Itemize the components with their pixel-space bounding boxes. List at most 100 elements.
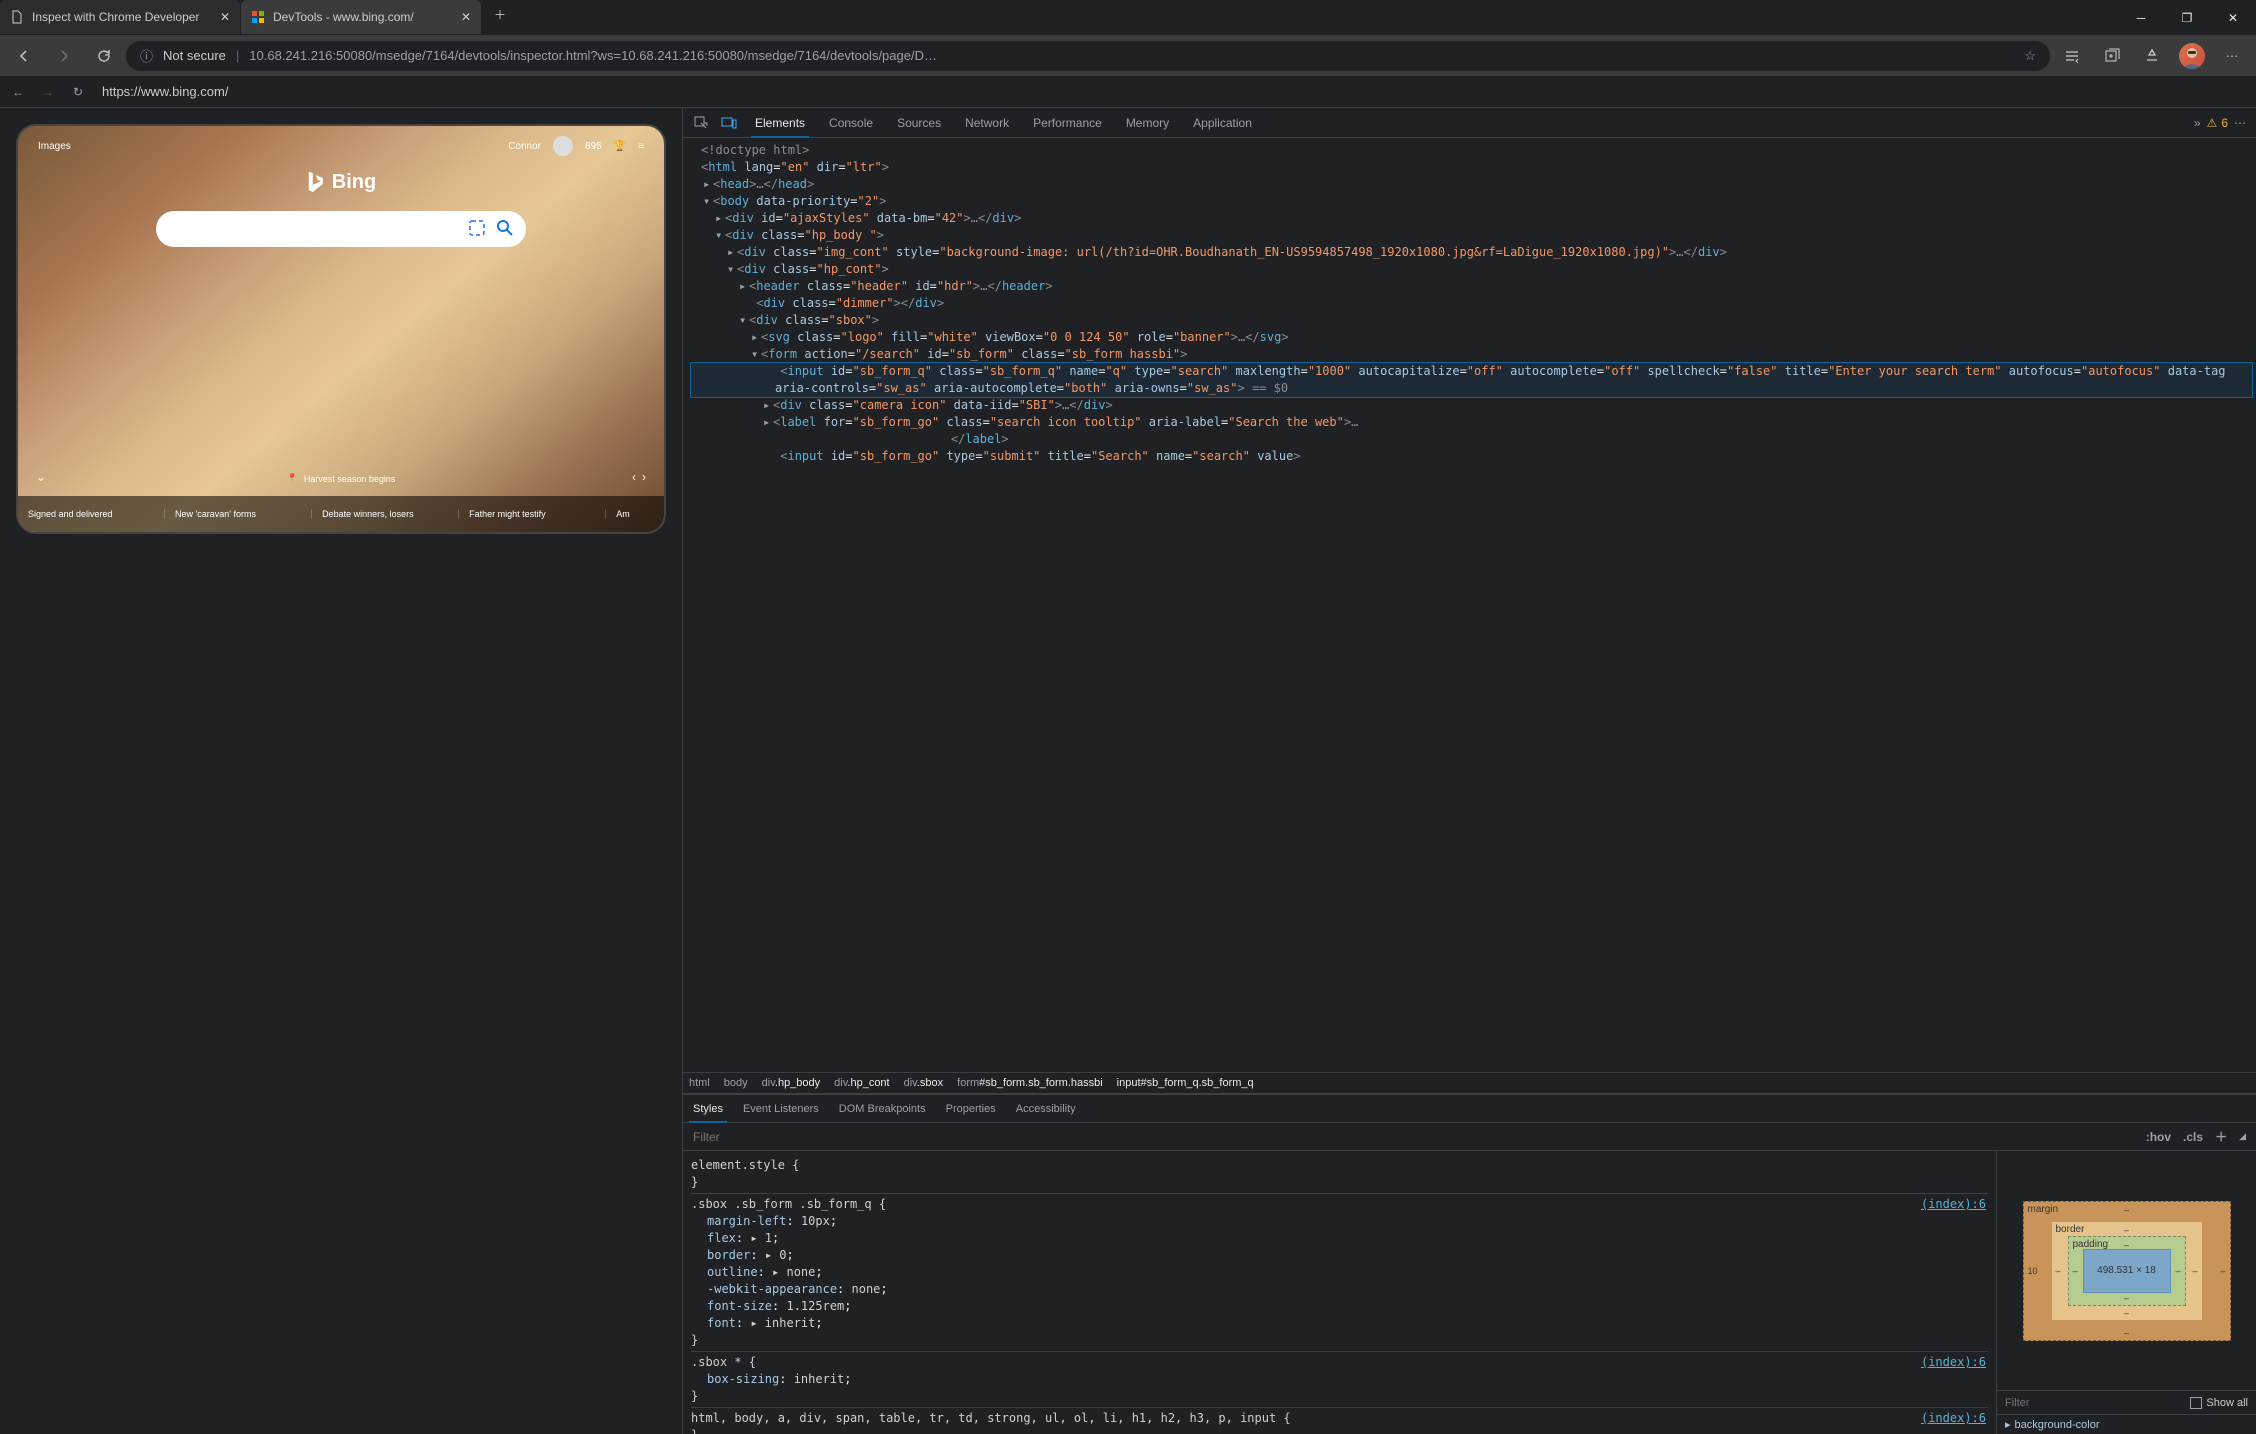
bing-username[interactable]: Connor	[508, 141, 541, 152]
breadcrumb-item[interactable]: html	[689, 1077, 710, 1089]
dom-node[interactable]: ▾<div class="sbox">	[691, 312, 2252, 329]
more-tabs-icon[interactable]: »	[2194, 116, 2201, 130]
breadcrumb-item[interactable]: form#sb_form.sb_form.hassbi	[957, 1077, 1103, 1089]
dom-breadcrumb[interactable]: html body div.hp_body div.hp_cont div.sbox fo…	[683, 1072, 2256, 1094]
breadcrumb-item[interactable]: div.sbox	[904, 1077, 944, 1089]
extension-icon[interactable]	[2134, 40, 2170, 72]
tab-sources[interactable]: Sources	[885, 108, 953, 138]
close-window-button[interactable]: ✕	[2210, 1, 2256, 35]
dom-node[interactable]: <div class="dimmer"></div>	[691, 295, 2252, 312]
chevron-down-icon[interactable]: ⌄	[36, 470, 46, 484]
show-all-checkbox[interactable]: Show all	[2190, 1397, 2248, 1409]
close-tab-icon[interactable]: ✕	[461, 10, 471, 24]
dom-node[interactable]: ▸<head>…</head>	[691, 176, 2252, 193]
chevron-left-icon[interactable]: ‹	[632, 470, 636, 484]
dom-node[interactable]: ▸<div class="camera icon" data-iid="SBI"…	[691, 397, 2252, 414]
breadcrumb-item[interactable]: div.hp_cont	[834, 1077, 889, 1089]
source-link[interactable]: (index):6	[1921, 1354, 1986, 1371]
close-tab-icon[interactable]: ✕	[220, 10, 230, 24]
source-link[interactable]: (index):6	[1921, 1196, 1986, 1213]
dom-node[interactable]: <html lang="en" dir="ltr">	[691, 159, 2252, 176]
collections-icon[interactable]	[2094, 40, 2130, 72]
nav-forward-icon[interactable]: →	[36, 81, 60, 103]
favorite-icon[interactable]: ☆	[2024, 48, 2036, 64]
favorites-bar-icon[interactable]	[2054, 40, 2090, 72]
hamburger-icon[interactable]: ≡	[638, 141, 644, 152]
breadcrumb-item[interactable]: body	[724, 1077, 748, 1089]
tab-styles[interactable]: Styles	[683, 1095, 733, 1122]
bing-nav-images[interactable]: Images	[38, 141, 71, 152]
dom-node[interactable]: ▸<div id="ajaxStyles" data-bm="42">…</di…	[691, 210, 2252, 227]
tab-performance[interactable]: Performance	[1021, 108, 1114, 138]
new-tab-button[interactable]: ＋	[486, 0, 514, 28]
bing-search-box[interactable]	[156, 211, 526, 247]
dom-node[interactable]: <input id="sb_form_q" class="sb_form_q" …	[691, 363, 2252, 397]
dom-node[interactable]: ▸<div class="img_cont" style="background…	[691, 244, 2252, 261]
nav-back-icon[interactable]: ←	[6, 81, 30, 103]
inspected-page-url[interactable]: https://www.bing.com/	[96, 84, 2250, 99]
css-rule[interactable]: (index):6.sbox * {box-sizing: inherit;}	[691, 1352, 1988, 1408]
elements-tree[interactable]: <!doctype html><html lang="en" dir="ltr"…	[683, 138, 2256, 1072]
box-model[interactable]: margin – – 10 – border – – – –	[1997, 1151, 2256, 1390]
source-link[interactable]: (index):6	[1921, 1410, 1986, 1427]
css-rule[interactable]: (index):6html, body, a, div, span, table…	[691, 1408, 1988, 1434]
css-rule[interactable]: (index):6.sbox .sb_form .sb_form_q {marg…	[691, 1194, 1988, 1352]
warnings-badge[interactable]: ⚠ 6	[2207, 116, 2228, 130]
device-frame[interactable]: Images Connor 895 🏆 ≡ Bing	[16, 124, 666, 534]
back-button[interactable]	[6, 40, 42, 72]
refresh-button[interactable]	[86, 40, 122, 72]
news-item[interactable]: Signed and delivered	[18, 509, 165, 519]
browser-tab-0[interactable]: Inspect with Chrome Developer ✕	[0, 0, 240, 34]
tab-network[interactable]: Network	[953, 108, 1021, 138]
news-item[interactable]: Am	[606, 509, 664, 519]
minimize-button[interactable]: ─	[2118, 1, 2164, 35]
tab-dom-breakpoints[interactable]: DOM Breakpoints	[829, 1095, 936, 1122]
device-toolbar-icon[interactable]	[715, 109, 743, 137]
tab-accessibility[interactable]: Accessibility	[1006, 1095, 1086, 1122]
computed-property-row[interactable]: ▸ background-color	[1997, 1414, 2256, 1434]
dom-node[interactable]: ▾<div class="hp_body ">	[691, 227, 2252, 244]
bing-rewards-points[interactable]: 895	[585, 141, 602, 152]
dom-node[interactable]: ▾<body data-priority="2">	[691, 193, 2252, 210]
tab-event-listeners[interactable]: Event Listeners	[733, 1095, 829, 1122]
maximize-button[interactable]: ❐	[2164, 1, 2210, 35]
dom-node[interactable]: ▸<label for="sb_form_go" class="search i…	[691, 414, 2252, 448]
news-item[interactable]: Debate winners, losers	[312, 509, 459, 519]
styles-filter-input[interactable]	[693, 1130, 2134, 1144]
settings-menu-button[interactable]: ⋯	[2214, 40, 2250, 72]
hov-toggle[interactable]: :hov	[2146, 1130, 2171, 1144]
browser-tab-1[interactable]: DevTools - www.bing.com/ ✕	[241, 0, 481, 34]
visual-search-icon[interactable]	[468, 219, 486, 240]
search-icon[interactable]	[496, 219, 514, 240]
breadcrumb-item[interactable]: input#sb_form_q.sb_form_q	[1117, 1077, 1254, 1089]
forward-button[interactable]	[46, 40, 82, 72]
expand-icon[interactable]: ◢	[2239, 1131, 2246, 1142]
computed-filter-input[interactable]	[2005, 1397, 2190, 1409]
news-item[interactable]: Father might testify	[459, 509, 606, 519]
inspect-element-icon[interactable]	[687, 109, 715, 137]
dom-node[interactable]: <input id="sb_form_go" type="submit" tit…	[691, 448, 2252, 465]
breadcrumb-item[interactable]: div.hp_body	[762, 1077, 821, 1089]
tab-application[interactable]: Application	[1181, 108, 1264, 138]
trophy-icon[interactable]: 🏆	[614, 141, 626, 152]
nav-reload-icon[interactable]: ↻	[66, 81, 90, 103]
styles-rules[interactable]: element.style {}(index):6.sbox .sb_form …	[683, 1151, 1996, 1434]
dom-node[interactable]: ▾<div class="hp_cont">	[691, 261, 2252, 278]
new-style-rule-icon[interactable]: ＋	[2215, 1128, 2227, 1145]
avatar-icon[interactable]	[553, 136, 573, 156]
dom-node[interactable]: ▸<svg class="logo" fill="white" viewBox=…	[691, 329, 2252, 346]
more-icon[interactable]: ⋯	[2234, 116, 2246, 130]
dom-node[interactable]: <!doctype html>	[691, 142, 2252, 159]
css-rule[interactable]: element.style {}	[691, 1155, 1988, 1194]
chevron-right-icon[interactable]: ›	[642, 470, 646, 484]
tab-console[interactable]: Console	[817, 108, 885, 138]
bing-caption[interactable]: 📍 Harvest season begins	[287, 473, 396, 484]
tab-properties[interactable]: Properties	[936, 1095, 1006, 1122]
site-info-icon[interactable]: ⓘ	[140, 46, 153, 65]
address-bar[interactable]: ⓘ Not secure | 10.68.241.216:50080/msedg…	[126, 41, 2050, 71]
dom-node[interactable]: ▾<form action="/search" id="sb_form" cla…	[691, 346, 2252, 363]
news-item[interactable]: New 'caravan' forms	[165, 509, 312, 519]
tab-elements[interactable]: Elements	[743, 108, 817, 138]
dom-node[interactable]: ▸<header class="header" id="hdr">…</head…	[691, 278, 2252, 295]
cls-toggle[interactable]: .cls	[2183, 1130, 2203, 1144]
